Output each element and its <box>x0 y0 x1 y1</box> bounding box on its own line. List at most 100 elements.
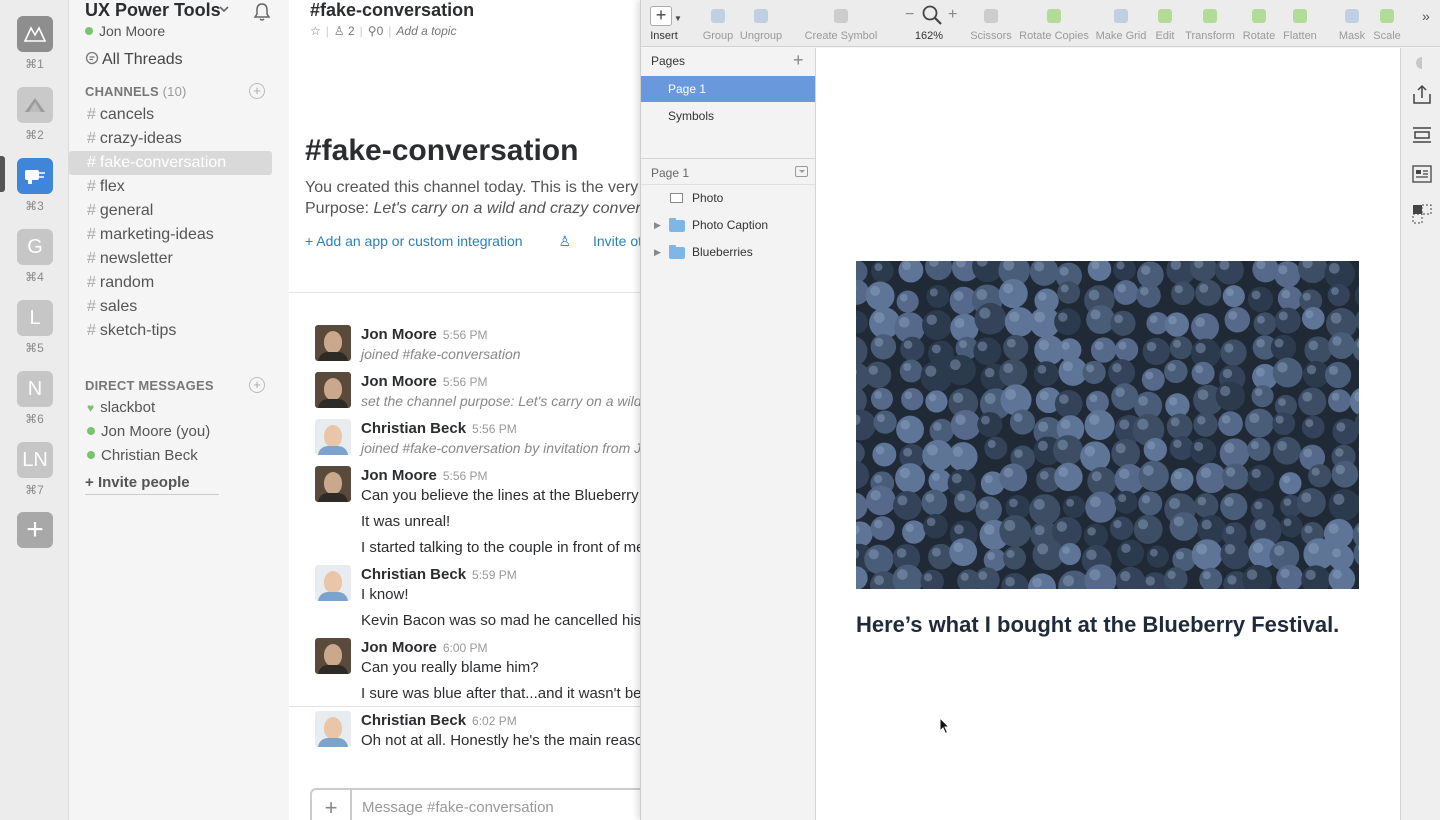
tool-make-grid[interactable]: Make Grid <box>1094 0 1148 47</box>
message-timestamp[interactable]: 5:56 PM <box>443 328 488 342</box>
layer-row[interactable]: ▶ Blueberries <box>641 239 815 266</box>
sidebar-item-flex[interactable]: # flex <box>69 175 289 199</box>
sidebar-item-crazy-ideas[interactable]: # crazy-ideas <box>69 127 289 151</box>
sidebar-item-fake-conversation[interactable]: # fake-conversation <box>69 151 272 175</box>
sidebar-item-random[interactable]: # random <box>69 271 289 295</box>
tool-mask[interactable]: Mask <box>1336 0 1368 47</box>
team-name[interactable]: UX Power Tools <box>85 0 221 21</box>
layer-row[interactable]: ▶ Photo Caption <box>641 212 815 239</box>
workspace-tile[interactable] <box>17 158 53 194</box>
message-author[interactable]: Christian Beck 6:02 PM <box>361 712 517 729</box>
avatar[interactable] <box>315 466 351 502</box>
tool-rotate[interactable]: Rotate <box>1240 0 1278 47</box>
sidebar-item-newsletter[interactable]: # newsletter <box>69 247 289 271</box>
message-timestamp[interactable]: 5:56 PM <box>443 375 488 389</box>
dm-item[interactable]: Jon Moore (you) <box>69 420 289 444</box>
message-timestamp[interactable]: 6:02 PM <box>472 714 517 728</box>
message-author[interactable]: Christian Beck 5:56 PM <box>361 420 517 437</box>
magnifier-icon[interactable] <box>921 4 943 31</box>
insert-plus-icon[interactable]: + <box>650 6 672 26</box>
tool-transform[interactable]: Transform <box>1183 0 1237 47</box>
avatar[interactable] <box>315 325 351 361</box>
direct-messages-header[interactable]: DIRECT MESSAGES <box>85 378 214 393</box>
avatar-body <box>318 493 348 502</box>
page-item[interactable]: Page 1 <box>641 76 815 102</box>
artboard-canvas[interactable]: Here’s what I bought at the Blueberry Fe… <box>816 48 1400 820</box>
purpose-text: Let's carry on a wild and crazy conversa… <box>373 200 641 217</box>
message-timestamp[interactable]: 6:00 PM <box>443 641 488 655</box>
dm-item[interactable]: ♥ slackbot <box>69 396 289 420</box>
message-input[interactable]: Message #fake-conversation <box>362 799 554 816</box>
tool-ungroup[interactable]: Ungroup <box>738 0 784 47</box>
workspace-tile[interactable]: N <box>17 371 53 407</box>
sidebar-item-sales[interactable]: # sales <box>69 295 289 319</box>
export-icon[interactable] <box>1411 84 1433 106</box>
tool-group[interactable]: Group <box>699 0 737 47</box>
invite-others-link[interactable]: ♙ Invite others <box>559 233 640 249</box>
zoom-out-icon[interactable]: − <box>905 6 914 24</box>
star-icon[interactable]: ☆ <box>310 24 321 38</box>
photo-caption[interactable]: Here’s what I bought at the Blueberry Fe… <box>856 612 1339 638</box>
chevron-down-icon[interactable] <box>219 2 229 16</box>
invite-people-link[interactable]: + Invite people <box>85 474 219 495</box>
avatar[interactable] <box>315 711 351 747</box>
author-name: Jon Moore <box>361 373 437 390</box>
workspace-tile[interactable] <box>17 87 53 123</box>
tool-edit[interactable]: Edit <box>1151 0 1179 47</box>
tool-scissors[interactable]: Scissors <box>968 0 1014 47</box>
add-topic-link[interactable]: Add a topic <box>396 24 456 38</box>
avatar[interactable] <box>315 638 351 674</box>
member-count[interactable]: ♙ 2 <box>334 24 355 38</box>
avatar[interactable] <box>315 565 351 601</box>
page-item[interactable]: Symbols <box>641 103 815 129</box>
add-channel-icon[interactable]: + <box>249 83 265 99</box>
avatar[interactable] <box>315 419 351 455</box>
caret-down-icon[interactable]: ▼ <box>674 14 682 23</box>
sidebar-item-general[interactable]: # general <box>69 199 289 223</box>
sidebar-item-marketing-ideas[interactable]: # marketing-ideas <box>69 223 289 247</box>
blueberries-photo[interactable] <box>856 261 1359 589</box>
sidebar-item-sketch-tips[interactable]: # sketch-tips <box>69 319 289 343</box>
message-timestamp[interactable]: 5:56 PM <box>443 469 488 483</box>
collapse-icon[interactable] <box>795 166 808 177</box>
mask-layers-icon[interactable] <box>1411 203 1433 225</box>
current-user[interactable]: Jon Moore <box>85 23 165 39</box>
inspector-toggle-icon[interactable] <box>1411 52 1433 74</box>
tool-scale[interactable]: Scale <box>1370 0 1404 47</box>
channels-header[interactable]: CHANNELS (10) <box>85 84 187 99</box>
align-icon[interactable] <box>1411 124 1433 146</box>
message-timestamp[interactable]: 5:56 PM <box>472 422 517 436</box>
add-workspace-button[interactable]: + <box>17 512 53 548</box>
add-page-icon[interactable]: + <box>793 50 804 71</box>
pin-count[interactable]: ⚲0 <box>368 24 383 38</box>
disclosure-triangle-icon[interactable]: ▶ <box>654 239 661 266</box>
message-timestamp[interactable]: 5:59 PM <box>472 568 517 582</box>
workspace-tile[interactable]: G <box>17 229 53 265</box>
dm-item[interactable]: Christian Beck <box>69 444 289 468</box>
message-author[interactable]: Jon Moore 5:56 PM <box>361 326 488 343</box>
attach-plus-icon[interactable]: + <box>312 790 352 820</box>
channel-title[interactable]: #fake-conversation <box>310 0 474 21</box>
message-author[interactable]: Christian Beck 5:59 PM <box>361 566 517 583</box>
message-author[interactable]: Jon Moore 6:00 PM <box>361 639 488 656</box>
avatar[interactable] <box>315 372 351 408</box>
message-composer[interactable]: + Message #fake-conversation <box>310 788 640 820</box>
bell-icon[interactable] <box>253 2 271 27</box>
add-dm-icon[interactable]: + <box>249 377 265 393</box>
workspace-tile[interactable]: L <box>17 300 53 336</box>
message-author[interactable]: Jon Moore 5:56 PM <box>361 467 488 484</box>
tool-create-symbol[interactable]: Create Symbol <box>801 0 881 47</box>
toolbar-overflow-icon[interactable]: » <box>1422 8 1430 24</box>
add-app-link[interactable]: + Add an app or custom integration <box>305 233 541 249</box>
tool-flatten[interactable]: Flatten <box>1280 0 1320 47</box>
workspace-tile[interactable] <box>17 16 53 52</box>
workspace-tile[interactable]: LN <box>17 442 53 478</box>
all-threads-link[interactable]: All Threads <box>85 51 183 69</box>
disclosure-triangle-icon[interactable]: ▶ <box>654 212 661 239</box>
text-block-icon[interactable] <box>1411 163 1433 185</box>
zoom-in-icon[interactable]: + <box>948 6 957 24</box>
message-author[interactable]: Jon Moore 5:56 PM <box>361 373 488 390</box>
tool-rotate-copies[interactable]: Rotate Copies <box>1018 0 1090 47</box>
layer-row[interactable]: Photo <box>641 185 815 212</box>
sidebar-item-cancels[interactable]: # cancels <box>69 103 289 127</box>
